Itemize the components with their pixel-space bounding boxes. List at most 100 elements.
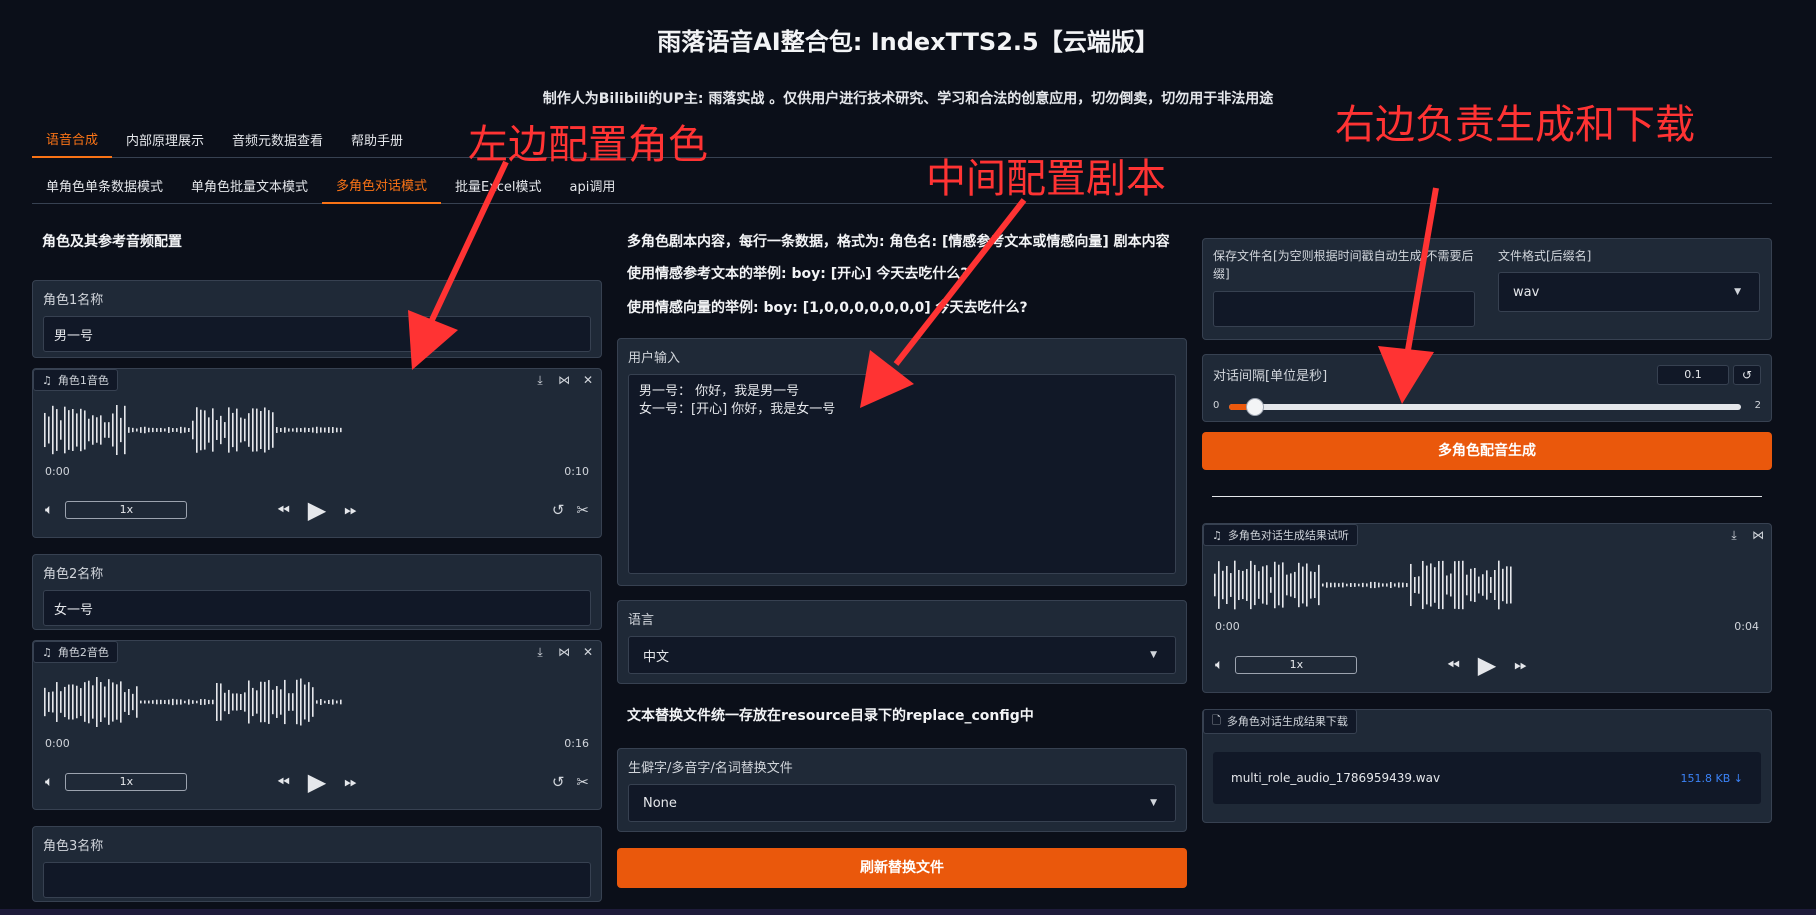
volume-icon[interactable]: 🔈︎ (45, 502, 53, 518)
waveform-bar (188, 428, 190, 432)
emotion-vector-example: 使用情感向量的举例: boy: [1,0,0,0,0,0,0,0] 今天去吃什么… (627, 300, 1028, 316)
waveform-bar (48, 692, 50, 712)
scissors-icon[interactable]: ✂ (576, 773, 589, 791)
tab-audio-metadata[interactable]: 音频元数据查看 (218, 130, 337, 157)
waveform-bar (1506, 566, 1508, 604)
waveform-bar (1298, 562, 1300, 608)
waveform-bar (256, 408, 258, 452)
waveform-bar (300, 428, 302, 432)
save-name-input[interactable] (1213, 291, 1475, 327)
download-file-name[interactable]: multi_role_audio_1786959439.wav (1231, 771, 1440, 785)
interval-slider-thumb[interactable] (1245, 398, 1264, 416)
language-label: 语言 (628, 613, 655, 628)
interval-number-input[interactable]: 0.1 (1657, 365, 1729, 385)
waveform-bar (1402, 582, 1404, 588)
waveform-bar (272, 689, 274, 715)
waveform-bar (1262, 566, 1264, 604)
undo-icon[interactable]: ↺ (552, 501, 565, 519)
download-file-row[interactable]: multi_role_audio_1786959439.wav 151.8 KB… (1213, 752, 1761, 804)
waveform-bar (124, 692, 126, 712)
tab-single-role-batch[interactable]: 单角色批量文本模式 (177, 176, 322, 203)
speed-button[interactable]: 1x (65, 501, 188, 519)
waveform-bar (156, 699, 158, 705)
waveform-bar (128, 688, 130, 716)
fast-forward-icon[interactable]: ⏩︎ (344, 772, 357, 792)
refresh-replace-button[interactable]: 刷新替换文件 (617, 848, 1187, 888)
download-icon[interactable]: ⤓ (533, 373, 547, 388)
waveform-bar (1238, 569, 1240, 601)
waveform-bar (1458, 560, 1460, 610)
speed-button[interactable]: 1x (1235, 656, 1358, 674)
waveform-bar (304, 427, 306, 433)
file-icon: 🗋 (1212, 713, 1221, 727)
role2-waveform[interactable] (43, 677, 343, 727)
multi-role-generate-button[interactable]: 多角色配音生成 (1202, 432, 1772, 470)
language-dropdown[interactable]: 中文 ▼ (628, 636, 1176, 674)
waveform-bar (1478, 576, 1480, 594)
close-icon[interactable]: ✕ (581, 645, 595, 660)
tab-speech-synthesis[interactable]: 语音合成 (32, 129, 113, 158)
speed-button[interactable]: 1x (65, 773, 188, 791)
role2-name-input[interactable]: 女一号 (43, 590, 591, 626)
waveform-bar (48, 416, 50, 444)
replace-file-panel: 生僻字/多音字/名词替换文件 None ▼ (617, 748, 1187, 832)
waveform-bar (340, 427, 342, 433)
share-icon[interactable]: ⋈ (1751, 528, 1765, 543)
play-icon[interactable]: ▶ (308, 768, 326, 796)
waveform-bar (1374, 581, 1376, 589)
close-icon[interactable]: ✕ (581, 373, 595, 388)
waveform-bar (76, 413, 78, 447)
result-time-end: 0:04 (1734, 620, 1759, 633)
role1-name-input[interactable]: 男一号 (43, 316, 591, 352)
format-dropdown[interactable]: wav ▼ (1498, 272, 1760, 312)
role3-name-input[interactable] (43, 862, 591, 898)
scissors-icon[interactable]: ✂ (576, 501, 589, 519)
waveform-bar (280, 689, 282, 715)
waveform-bar (144, 700, 146, 704)
rewind-icon[interactable]: ⏪︎ (277, 772, 290, 792)
fast-forward-icon[interactable]: ⏩︎ (1514, 655, 1527, 675)
play-icon[interactable]: ▶ (1478, 651, 1496, 679)
waveform-bar (276, 686, 278, 718)
download-icon[interactable]: ⤓ (1727, 528, 1741, 543)
waveform-bar (112, 682, 114, 722)
replace-file-dropdown[interactable]: None ▼ (628, 784, 1176, 822)
rewind-icon[interactable]: ⏪︎ (1447, 655, 1460, 675)
user-input-textarea[interactable]: 男一号： 你好，我是男一号 女一号：[开心] 你好，我是女一号 (628, 374, 1176, 574)
role1-waveform[interactable] (43, 405, 343, 455)
undo-icon[interactable]: ↺ (552, 773, 565, 791)
share-icon[interactable]: ⋈ (557, 373, 571, 388)
waveform-bar (120, 417, 122, 443)
download-file-size[interactable]: 151.8 KB ↓ (1681, 772, 1743, 785)
waveform-bar (232, 693, 234, 711)
waveform-bar (1406, 583, 1408, 587)
play-icon[interactable]: ▶ (308, 496, 326, 524)
tab-api[interactable]: api调用 (555, 176, 629, 203)
waveform-bar (184, 427, 186, 433)
waveform-bar (1250, 560, 1252, 610)
waveform-bar (308, 682, 310, 722)
rewind-icon[interactable]: ⏪︎ (277, 500, 290, 520)
share-icon[interactable]: ⋈ (557, 645, 571, 660)
waveform-bar (172, 698, 174, 706)
tab-internals[interactable]: 内部原理展示 (112, 130, 218, 157)
tab-multi-role[interactable]: 多角色对话模式 (322, 175, 442, 204)
interval-slider-track[interactable] (1229, 398, 1741, 416)
user-input-label: 用户输入 (628, 351, 681, 366)
tab-help[interactable]: 帮助手册 (337, 130, 417, 157)
tab-single-role-single[interactable]: 单角色单条数据模式 (32, 176, 177, 203)
waveform-bar (1214, 573, 1216, 597)
waveform-bar (1482, 574, 1484, 596)
waveform-bar (144, 426, 146, 434)
middle-column: 多角色剧本内容，每行一条数据，格式为: 角色名: [情感参考文本或情感向量] 剧… (617, 222, 1187, 888)
slider-min: 0 (1213, 400, 1220, 411)
waveform-bar (1314, 571, 1316, 599)
volume-icon[interactable]: 🔈︎ (1215, 657, 1223, 673)
result-waveform[interactable] (1213, 560, 1513, 610)
download-icon[interactable]: ⤓ (533, 645, 547, 660)
tab-batch-excel[interactable]: 批量Excel模式 (441, 176, 555, 203)
volume-icon[interactable]: 🔈︎ (45, 774, 53, 790)
reset-icon[interactable]: ↺ (1733, 365, 1761, 385)
fast-forward-icon[interactable]: ⏩︎ (344, 500, 357, 520)
waveform-bar (96, 677, 98, 727)
